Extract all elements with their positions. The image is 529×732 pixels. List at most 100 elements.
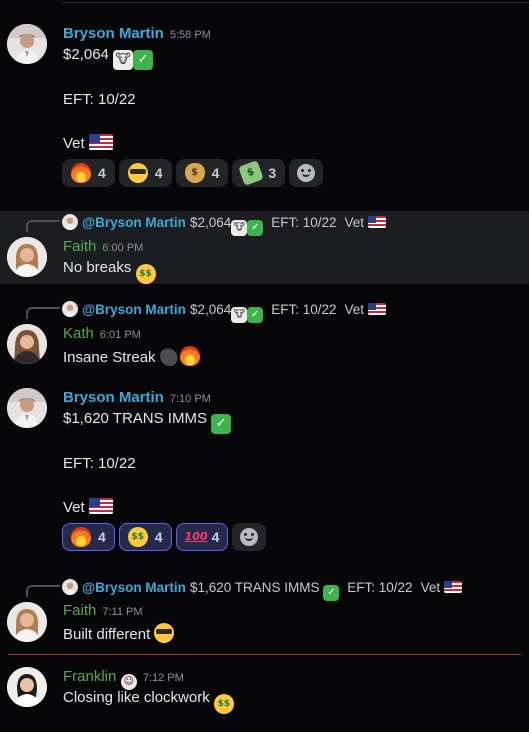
reply-preview[interactable]: @Bryson Martin $2,064 🐮 ✓ EFT: 10/22 Vet [62, 301, 386, 323]
reply-author[interactable]: @Bryson Martin [82, 580, 186, 595]
check-mark-emoji: ✓ [211, 414, 232, 434]
fire-emoji [71, 527, 91, 547]
message-text: Insane Streak [63, 349, 156, 366]
reaction-sunglasses[interactable]: 4 [118, 159, 172, 187]
timestamp: 7:10 PM [169, 393, 211, 405]
timestamp: 6:00 PM [102, 242, 144, 254]
reactions-bar: 4 $$ 4 100 4 [62, 523, 267, 551]
hundred-points-emoji: 100 [184, 530, 208, 543]
message-text: Built different [63, 626, 151, 643]
avatar[interactable] [7, 602, 47, 642]
reply-text: EFT: 10/22 [347, 580, 413, 595]
avatar[interactable] [7, 667, 47, 707]
reply-text: $2,064 [189, 302, 232, 317]
avatar[interactable] [7, 24, 47, 64]
add-reaction-button[interactable] [232, 523, 267, 551]
cow-face-emoji: 🐮 [113, 50, 134, 70]
message-text: EFT: 10/22 [63, 91, 136, 108]
message-franklin: Franklin ☺ 7:12 PM Closing like clockwork… [0, 664, 529, 724]
reply-preview[interactable]: @Bryson Martin $2,064 🐮 ✓ EFT: 10/22 Vet [62, 214, 386, 236]
add-reaction-icon [240, 528, 259, 546]
author-name[interactable]: Franklin [63, 668, 116, 685]
avatar[interactable] [7, 237, 47, 277]
check-mark-emoji: ✓ [323, 585, 340, 601]
message-faith-2: @Bryson Martin $1,620 TRANS IMMS ✓ EFT: 10… [0, 576, 529, 648]
reaction-count: 4 [211, 529, 220, 545]
timestamp: 6:01 PM [99, 329, 141, 341]
money-with-wings-emoji: $ [238, 160, 265, 186]
reaction-fire[interactable]: 4 [62, 523, 115, 551]
sunglasses-emoji [154, 623, 175, 643]
money-mouth-face-emoji: $$ [127, 527, 148, 547]
reply-text: $2,064 [189, 215, 232, 230]
reply-author[interactable]: @Bryson Martin [82, 215, 186, 230]
timestamp: 7:11 PM [102, 606, 143, 618]
reaction-count: 4 [154, 529, 163, 545]
check-mark-emoji: ✓ [133, 50, 154, 70]
add-reaction-icon [297, 164, 316, 182]
check-mark-emoji: ✓ [247, 307, 264, 323]
message-text: Closing like clockwork [63, 689, 210, 706]
us-flag-emoji [88, 498, 113, 514]
message-text: No breaks [63, 259, 132, 276]
reaction-count: 4 [154, 165, 163, 181]
us-flag-emoji [88, 134, 113, 150]
reply-text: EFT: 10/22 [271, 215, 337, 230]
message-text: $1,620 TRANS IMMS [63, 410, 207, 427]
us-flag-emoji [367, 303, 386, 315]
reply-preview[interactable]: @Bryson Martin $1,620 TRANS IMMS ✓ EFT: 10… [62, 579, 462, 601]
message-bryson-2: Bryson Martin 7:10 PM $1,620 TRANS IMMS ✓… [0, 378, 529, 558]
author-name[interactable]: Faith [63, 238, 96, 255]
timestamp: 7:12 PM [142, 672, 184, 684]
author-name[interactable]: Bryson Martin [63, 25, 164, 42]
message-text: Vet [63, 499, 85, 516]
timestamp: 5:58 PM [169, 29, 211, 41]
reply-text: Vet [344, 302, 365, 317]
us-flag-emoji [443, 581, 462, 593]
reply-avatar [62, 214, 78, 230]
reply-text: $1,620 TRANS IMMS [189, 580, 320, 595]
reply-spine [26, 307, 60, 319]
top-divider [62, 2, 529, 3]
reaction-count: 4 [211, 165, 220, 181]
us-flag-emoji [367, 216, 386, 228]
reaction-fire[interactable]: 4 [62, 159, 115, 187]
message-faith-1: @Bryson Martin $2,064 🐮 ✓ EFT: 10/22 Vet Fait… [0, 211, 529, 284]
message-bryson-1: Bryson Martin 5:58 PM $2,064 🐮 ✓ EFT: 10/2… [0, 14, 529, 194]
cow-face-emoji: 🐮 [231, 307, 248, 323]
reply-spine [26, 585, 60, 597]
reaction-count: 4 [98, 529, 106, 545]
reply-avatar [62, 301, 78, 317]
money-bag-emoji: $ [184, 163, 205, 183]
author-name[interactable]: Kath [63, 325, 94, 342]
reaction-count: 3 [268, 165, 277, 181]
reply-spine [26, 220, 60, 232]
profile-badge-emoji: ☺ [120, 674, 137, 690]
reply-text: EFT: 10/22 [271, 302, 337, 317]
reaction-count: 4 [98, 165, 106, 181]
reaction-money-wings[interactable]: $3 [232, 159, 286, 187]
reactions-bar: 4 4 $4 $3 [62, 159, 324, 187]
money-mouth-face-emoji: $$ [213, 694, 234, 714]
add-reaction-button[interactable] [289, 159, 324, 187]
money-mouth-face-emoji: $$ [135, 264, 156, 284]
reply-text: Vet [420, 580, 441, 595]
reply-author[interactable]: @Bryson Martin [82, 302, 186, 317]
message-kath: @Bryson Martin $2,064 🐮 ✓ EFT: 10/22 Vet Kath… [0, 298, 529, 374]
cow-face-emoji: 🐮 [231, 220, 248, 236]
avatar[interactable] [7, 324, 47, 364]
bomb-emoji [159, 346, 180, 366]
fire-emoji [179, 346, 200, 366]
check-mark-emoji: ✓ [247, 220, 264, 236]
reaction-money-mouth[interactable]: $$ 4 [118, 523, 172, 551]
reply-avatar [62, 579, 78, 595]
avatar[interactable] [7, 388, 47, 428]
message-text: Vet [63, 135, 85, 152]
new-messages-divider [8, 654, 521, 655]
message-text: EFT: 10/22 [63, 455, 136, 472]
author-name[interactable]: Faith [63, 602, 96, 619]
author-name[interactable]: Bryson Martin [63, 389, 164, 406]
reply-text: Vet [344, 215, 365, 230]
reaction-money-bag[interactable]: $4 [175, 159, 229, 187]
reaction-hundred[interactable]: 100 4 [175, 523, 229, 551]
